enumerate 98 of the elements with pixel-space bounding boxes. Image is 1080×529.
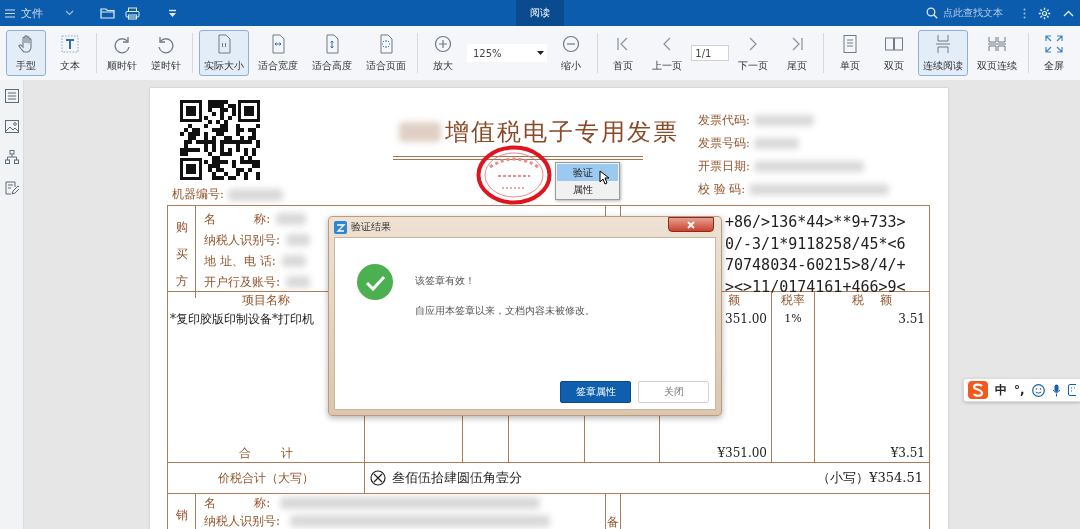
- field-label: 开户行及账号:: [204, 273, 281, 291]
- toolbar-button[interactable]: 顺时针: [102, 30, 143, 76]
- column-header: 额: [728, 293, 740, 307]
- field-label: 名 称:: [204, 494, 271, 512]
- column-header: 税 额: [852, 293, 892, 307]
- close-dialog-button[interactable]: 关闭: [638, 381, 709, 403]
- redacted-text: [753, 138, 799, 149]
- redacted-text: [276, 213, 307, 225]
- toolbar-button[interactable]: 适合宽度: [252, 30, 303, 76]
- amount-in-words: 叁佰伍拾肆圆伍角壹分: [392, 469, 522, 487]
- page-number-field[interactable]: 1/1: [691, 45, 730, 61]
- edit-icon[interactable]: [4, 181, 19, 195]
- dialog-title: 验证结果: [351, 220, 391, 234]
- toolbar-button[interactable]: 首页: [603, 30, 644, 76]
- settings-icon[interactable]: [1038, 6, 1051, 20]
- menu-icon: [5, 8, 15, 18]
- field-label: 发票代码:: [698, 113, 750, 128]
- column-header: 项目名称: [242, 293, 290, 307]
- zoom-dropdown[interactable]: 125%: [467, 44, 547, 62]
- toolbar-button[interactable]: 缩小: [551, 30, 591, 76]
- redacted-text: [399, 122, 441, 142]
- reading-tab[interactable]: 阅读: [516, 0, 564, 26]
- table-cell: ¥3.51: [890, 446, 925, 460]
- field-label: 校 验 码:: [698, 182, 746, 197]
- toolbar-button[interactable]: 实际大小: [198, 30, 249, 76]
- more-icon[interactable]: [1023, 7, 1026, 19]
- field-label: 纳税人识别号:: [204, 231, 281, 249]
- table-cell: ¥351.00: [717, 446, 767, 460]
- redacted-text: [286, 234, 311, 246]
- folder-icon[interactable]: [100, 7, 115, 19]
- side-label: 购买方: [175, 219, 188, 290]
- tree-icon[interactable]: [4, 150, 19, 164]
- file-menu[interactable]: 文件: [5, 5, 55, 21]
- search-icon: [926, 7, 938, 19]
- cursor-icon: [599, 170, 609, 185]
- field-label: 开票日期:: [698, 159, 750, 174]
- menu-item[interactable]: 属性: [557, 181, 618, 198]
- app-icon: [334, 220, 347, 234]
- redacted-text: [227, 188, 283, 201]
- side-label: 销: [175, 507, 188, 524]
- toolbar-button[interactable]: 双页: [873, 30, 914, 76]
- success-check-icon: [357, 264, 393, 300]
- emoji-icon[interactable]: [1031, 383, 1045, 397]
- search-field[interactable]: 点此查找文本: [926, 6, 1011, 20]
- redacted-text: [286, 276, 311, 288]
- field-label: 地 址、电 话:: [204, 252, 276, 270]
- field-label: 发票号码:: [698, 136, 750, 151]
- chevron-down-icon[interactable]: [65, 10, 74, 16]
- dropdown-icon[interactable]: [168, 8, 177, 18]
- list-icon[interactable]: [4, 89, 19, 103]
- amount-in-figures: （小写）¥354.51: [817, 469, 924, 487]
- toolbar-button[interactable]: 上一页: [647, 30, 688, 76]
- total-label: 合 计: [238, 446, 294, 460]
- menu-item[interactable]: 验证: [557, 164, 618, 181]
- signature-properties-button[interactable]: 签章属性: [560, 381, 631, 403]
- text-icon: [60, 33, 80, 54]
- toolbar-button[interactable]: 手型: [6, 30, 46, 76]
- remarks-label: 备: [607, 514, 619, 529]
- toolbar-button[interactable]: 连续阅读: [917, 30, 968, 76]
- column-header: 税率: [781, 293, 805, 307]
- toolbar-button[interactable]: 适合高度: [306, 30, 357, 76]
- input-mode-label[interactable]: °,: [1014, 383, 1025, 397]
- table-cell-text: 351.00: [724, 311, 767, 327]
- invoice-title: 增值税电子专用发票: [445, 117, 679, 148]
- zoom-out-icon: [561, 33, 581, 54]
- close-icon: [687, 220, 695, 229]
- status-detail: 自应用本签章以来，文档内容未被修改。: [415, 304, 595, 318]
- status-message: 该签章有效！: [415, 274, 476, 288]
- toolbar-button[interactable]: 单页: [829, 30, 870, 76]
- toolbar-button[interactable]: 文本: [50, 30, 90, 76]
- toolbar-button[interactable]: 双页连续: [971, 30, 1022, 76]
- close-button[interactable]: [668, 217, 714, 232]
- circled-x-icon: [370, 470, 386, 486]
- toolbar-button[interactable]: 放大: [423, 30, 463, 76]
- field-label: 纳税人识别号:: [204, 512, 281, 529]
- field-label: 名 称:: [204, 210, 271, 228]
- machine-number-label: 机器编号:: [172, 187, 224, 202]
- total-in-words-label: 价税合计（大写）: [168, 463, 365, 493]
- table-cell-text: 3.51: [897, 311, 925, 327]
- dropdown-arrow-icon: [537, 51, 544, 55]
- fullscreen-icon: [1043, 33, 1064, 54]
- input-mode-label[interactable]: 中: [995, 381, 1007, 399]
- keyboard-icon[interactable]: [1067, 384, 1076, 396]
- zoom-in-icon: [433, 33, 453, 54]
- table-cell-text: 1%: [783, 311, 803, 327]
- chevron-up-icon[interactable]: [1063, 9, 1074, 17]
- toolbar-button[interactable]: 逆时针: [146, 30, 187, 76]
- table-cell-text: *复印胶版印制设备*打印机: [170, 311, 315, 327]
- toolbar-button[interactable]: 下一页: [733, 30, 774, 76]
- printer-icon[interactable]: [125, 6, 140, 20]
- toolbar-button[interactable]: 全屏: [1033, 30, 1074, 76]
- input-method-logo: [968, 381, 988, 399]
- toolbar-button[interactable]: 适合页面: [360, 30, 411, 76]
- redacted-text: [281, 255, 306, 267]
- microphone-icon[interactable]: [1051, 383, 1061, 397]
- redacted-text: [753, 115, 814, 126]
- toolbar-button[interactable]: 尾页: [777, 30, 818, 76]
- image-icon[interactable]: [4, 120, 19, 133]
